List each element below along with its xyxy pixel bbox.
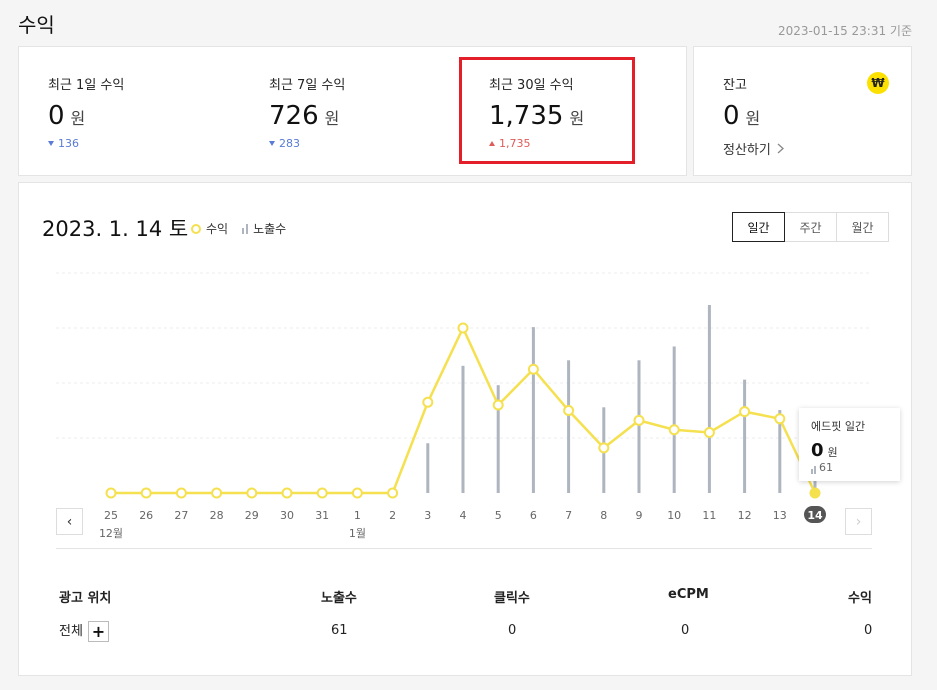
x-tick-label: 5 xyxy=(495,509,502,522)
revenue-point xyxy=(246,487,258,499)
highlight-box xyxy=(459,57,635,164)
balance-label: 잔고 xyxy=(723,78,747,93)
x-tick-label: 6 xyxy=(530,509,537,522)
page-title: 수익 xyxy=(18,13,55,37)
stat-change: 283 xyxy=(269,137,345,150)
x-tick-label: 7 xyxy=(565,509,572,522)
impression-bar xyxy=(567,360,571,493)
table-header: 수익 xyxy=(848,591,872,606)
tab-daily[interactable]: 일간 xyxy=(732,212,785,242)
balance-card: 잔고 0 원 정산하기 ₩ xyxy=(693,46,912,176)
revenue-point xyxy=(351,487,363,499)
table-header: 클릭수 xyxy=(494,591,530,606)
won-icon: ₩ xyxy=(867,72,889,94)
arrow-down-icon xyxy=(269,141,275,146)
x-tick-label: 26 xyxy=(139,509,153,522)
x-tick-label: 2 xyxy=(389,509,396,522)
x-tick-label: 12 xyxy=(738,509,752,522)
balance-value: 0 xyxy=(723,101,740,131)
timestamp: 2023-01-15 23:31 기준 xyxy=(777,24,912,38)
table-divider xyxy=(56,548,872,549)
x-tick-label: 31 xyxy=(315,509,329,522)
stat-1day: 최근 1일 수익 0 원 136 xyxy=(48,74,124,150)
revenue-point xyxy=(457,322,469,334)
impression-bar xyxy=(743,379,747,493)
stat-value: 0 xyxy=(48,101,65,131)
x-tick-label: 13 xyxy=(773,509,787,522)
stat-7day: 최근 7일 수익 726 원 283 xyxy=(269,74,345,150)
revenue-point xyxy=(492,399,504,411)
stat-value: 726 xyxy=(269,101,319,131)
arrow-down-icon xyxy=(48,141,54,146)
settle-link[interactable]: 정산하기 xyxy=(723,139,784,158)
table-row-position: 전체 + xyxy=(59,620,109,642)
x-tick-label: 28 xyxy=(210,509,224,522)
x-tick-label-selected: 14 xyxy=(807,509,823,522)
table-cell-ecpm: 0 xyxy=(681,623,690,638)
table-cell-revenue: 0 xyxy=(864,623,873,638)
bar-icon xyxy=(811,466,816,474)
x-tick-label: 25 xyxy=(104,509,118,522)
x-month-label: 12월 xyxy=(99,527,123,540)
revenue-point xyxy=(281,487,293,499)
x-tick-label: 3 xyxy=(424,509,431,522)
revenue-point xyxy=(668,424,680,436)
revenue-point xyxy=(703,427,715,438)
x-tick-label: 11 xyxy=(702,509,716,522)
x-tick-label: 4 xyxy=(460,509,467,522)
impression-bar xyxy=(461,365,465,493)
table-cell-impressions: 61 xyxy=(331,623,348,638)
stat-label: 최근 1일 수익 xyxy=(48,78,125,93)
revenue-point xyxy=(211,487,223,499)
impression-bar xyxy=(531,327,535,493)
stat-unit: 원 xyxy=(324,109,340,128)
table-cell-clicks: 0 xyxy=(508,623,517,638)
revenue-point xyxy=(633,414,645,426)
revenue-point xyxy=(175,487,187,499)
impression-bar xyxy=(672,346,676,493)
x-tick-label: 9 xyxy=(636,509,643,522)
table-header: eCPM xyxy=(668,587,709,602)
tooltip-unit: 원 xyxy=(827,446,838,459)
revenue-point xyxy=(140,487,152,499)
x-tick-label: 8 xyxy=(600,509,607,522)
revenue-point xyxy=(316,487,328,499)
balance: 잔고 0 원 정산하기 xyxy=(723,74,784,158)
balance-unit: 원 xyxy=(745,109,761,128)
chart-card: 2023. 1. 14 토 수익 노출수 일간 주간 월간 25 26 27 28 29… xyxy=(18,182,912,676)
x-tick-label: 27 xyxy=(174,509,188,522)
x-tick-label: 1 xyxy=(354,509,361,522)
chart-prev-button[interactable]: ‹ xyxy=(56,508,83,535)
table-header: 노출수 xyxy=(321,591,357,606)
impression-bar xyxy=(637,360,641,493)
revenue-point xyxy=(105,487,117,499)
stat-change: 136 xyxy=(48,137,124,150)
expand-plus-button[interactable]: + xyxy=(87,621,109,642)
stat-label: 최근 7일 수익 xyxy=(269,78,346,93)
x-tick-label: 10 xyxy=(667,509,681,522)
x-tick-label: 29 xyxy=(245,509,259,522)
revenue-point-selected xyxy=(809,487,821,499)
revenue-point xyxy=(387,487,399,499)
revenue-point xyxy=(774,413,786,425)
impression-bar xyxy=(707,305,711,493)
revenue-summary-card: 최근 1일 수익 0 원 136 최근 7일 수익 726 원 283 최근 3… xyxy=(18,46,687,176)
table-header: 광고 위치 xyxy=(59,591,112,606)
chart-tooltip: 에드핏 일간 0 원 61 xyxy=(799,408,900,481)
revenue-point xyxy=(598,442,610,454)
stat-unit: 원 xyxy=(70,109,86,128)
chevron-right-icon xyxy=(777,143,784,154)
tooltip-value: 0 xyxy=(811,440,824,461)
revenue-point xyxy=(422,396,434,408)
revenue-point xyxy=(739,406,751,418)
x-month-label: 1월 xyxy=(349,527,366,540)
impression-bar xyxy=(426,443,430,493)
chart-next-button[interactable]: › xyxy=(845,508,872,535)
tooltip-title: 에드핏 일간 xyxy=(811,420,866,433)
revenue-point xyxy=(527,363,539,375)
revenue-point xyxy=(563,405,575,416)
tooltip-impressions: 61 xyxy=(811,461,888,474)
x-tick-label: 30 xyxy=(280,509,294,522)
